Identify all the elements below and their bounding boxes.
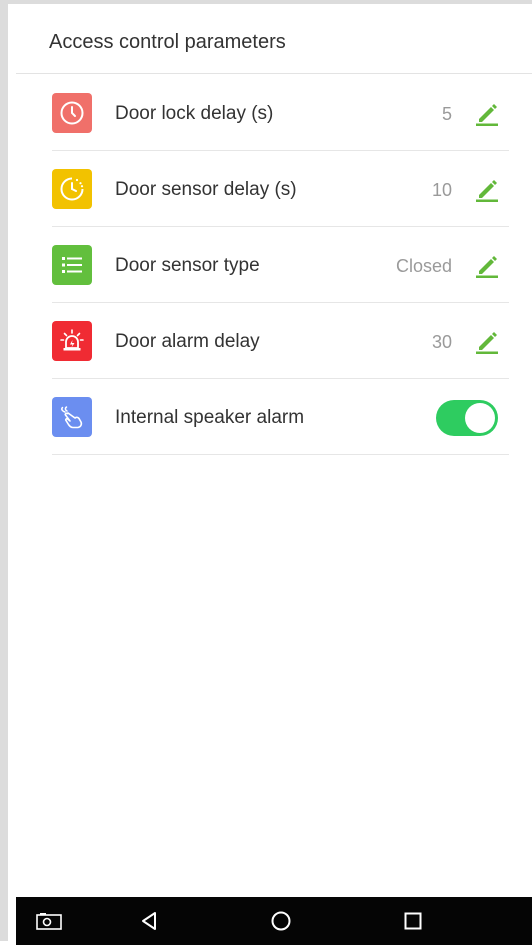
siren-icon <box>52 321 92 361</box>
setting-label: Door sensor type <box>115 255 260 276</box>
setting-label: Door lock delay (s) <box>115 103 274 124</box>
list-icon <box>52 245 92 285</box>
settings-list: Door lock delay (s) 5 Door sensor delay … <box>52 75 509 455</box>
setting-row-internal-speaker-alarm[interactable]: Internal speaker alarm <box>52 379 509 455</box>
screen: Access control parameters Door lock dela… <box>0 0 532 945</box>
edit-door-alarm-delay-button[interactable] <box>473 327 501 355</box>
back-icon[interactable] <box>136 909 162 933</box>
pencil-icon <box>476 256 498 278</box>
pencil-icon <box>476 332 498 354</box>
clock-icon <box>52 93 92 133</box>
page-title: Access control parameters <box>49 31 286 53</box>
edit-door-lock-delay-button[interactable] <box>473 99 501 127</box>
setting-value: 5 <box>441 104 452 124</box>
hand-icon <box>52 397 92 437</box>
setting-value: Closed <box>395 256 452 276</box>
pencil-icon <box>476 104 498 126</box>
system-navigation-bar <box>16 897 532 945</box>
pencil-icon <box>476 180 498 202</box>
setting-row-door-alarm-delay[interactable]: Door alarm delay 30 <box>52 303 509 379</box>
setting-row-door-sensor-type[interactable]: Door sensor type Closed <box>52 227 509 303</box>
home-icon[interactable] <box>268 909 294 933</box>
timer-icon <box>52 169 92 209</box>
screenshot-icon[interactable] <box>36 909 62 933</box>
edit-door-sensor-type-button[interactable] <box>473 251 501 279</box>
setting-value: 10 <box>431 180 452 200</box>
toggle-knob <box>465 403 495 433</box>
speaker-alarm-toggle[interactable] <box>436 400 498 436</box>
setting-value: 30 <box>431 332 452 352</box>
setting-row-door-lock-delay[interactable]: Door lock delay (s) 5 <box>52 75 509 151</box>
setting-label: Door alarm delay <box>115 331 260 352</box>
setting-label: Internal speaker alarm <box>115 407 305 428</box>
recents-icon[interactable] <box>400 909 426 933</box>
edit-door-sensor-delay-button[interactable] <box>473 175 501 203</box>
header: Access control parameters <box>16 8 532 74</box>
setting-label: Door sensor delay (s) <box>115 179 297 200</box>
setting-row-door-sensor-delay[interactable]: Door sensor delay (s) 10 <box>52 151 509 227</box>
